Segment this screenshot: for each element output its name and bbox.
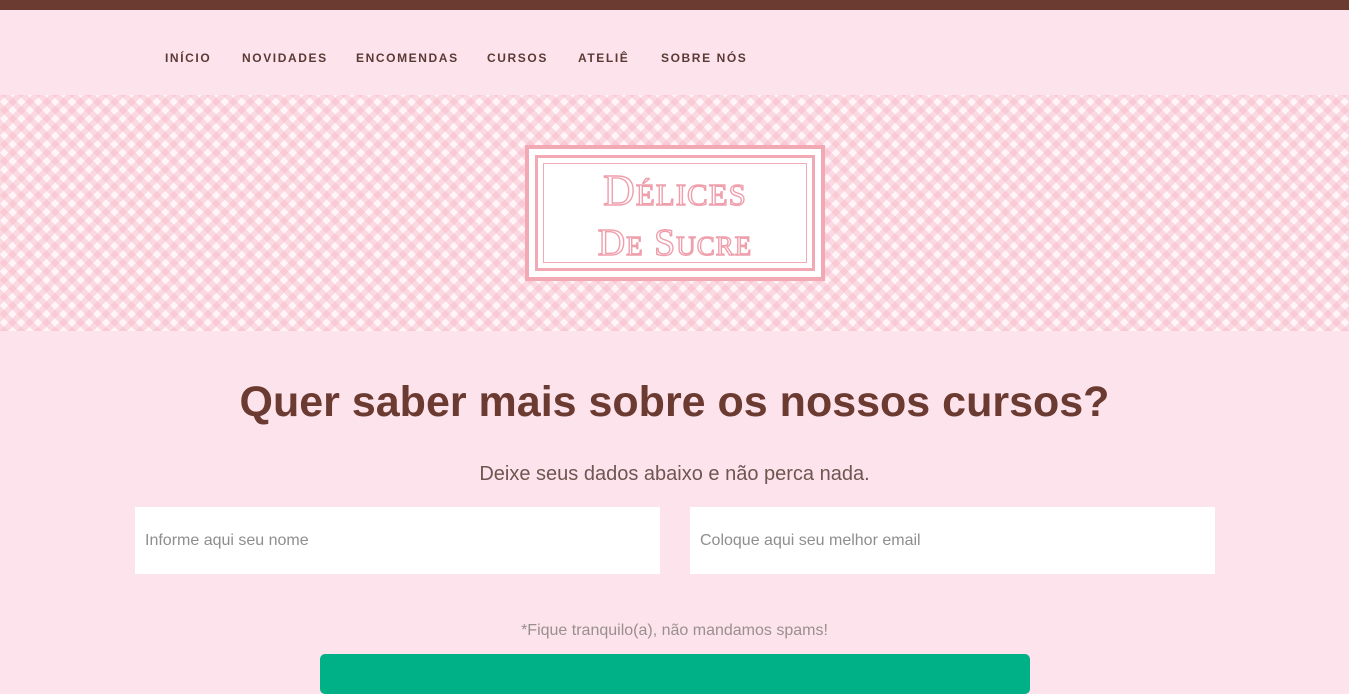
email-input[interactable] (690, 507, 1215, 574)
nav-item-sobre-nos[interactable]: SOBRE NÓS (661, 51, 747, 65)
submit-button[interactable] (320, 654, 1030, 694)
spam-note: *Fique tranquilo(a), não mandamos spams! (521, 622, 828, 639)
top-bar (0, 0, 1349, 10)
logo-line-2: De Sucre (597, 221, 753, 264)
nav-item-atelie[interactable]: ATELIÊ (578, 51, 629, 65)
signup-headline: Quer saber mais sobre os nossos cursos? (239, 378, 1110, 426)
signup-subtitle: Deixe seus dados abaixo e não perca nada… (479, 463, 870, 485)
nav-item-inicio[interactable]: INÍCIO (165, 51, 211, 65)
site-logo[interactable]: Délices De Sucre (525, 145, 825, 281)
logo-line-1: Délices (602, 165, 747, 215)
nav-item-novidades[interactable]: NOVIDADES (242, 51, 328, 65)
nav-item-cursos[interactable]: CURSOS (487, 51, 548, 65)
main-nav: INÍCIO NOVIDADES ENCOMENDAS CURSOS ATELI… (0, 10, 1349, 95)
nav-item-encomendas[interactable]: ENCOMENDAS (356, 51, 459, 65)
name-input[interactable] (135, 507, 660, 574)
